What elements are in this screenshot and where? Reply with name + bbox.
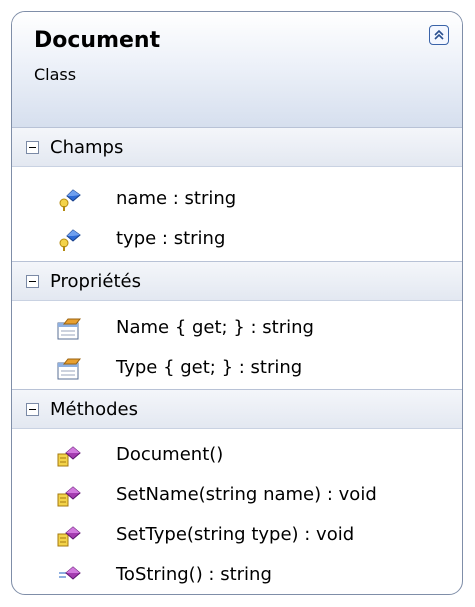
method-item-setname[interactable]: SetName(string name) : void — [12, 476, 462, 516]
method-item-tostring[interactable]: ToString() : string — [12, 556, 462, 594]
public-method-icon — [57, 526, 81, 547]
property-item-name[interactable]: Name { get; } : string — [12, 309, 462, 349]
property-label: Type { get; } : string — [116, 357, 303, 378]
public-method-icon — [57, 486, 81, 507]
class-header: Document Class — [12, 12, 462, 127]
method-item-settype[interactable]: SetType(string type) : void — [12, 516, 462, 556]
field-label: type : string — [116, 228, 226, 249]
override-method-icon — [59, 566, 81, 580]
property-icon — [57, 318, 82, 340]
method-label: Document() — [116, 444, 224, 465]
method-label: SetName(string name) : void — [116, 484, 377, 505]
section-header-fields[interactable]: Champs — [12, 127, 462, 167]
class-shape-document[interactable]: Document Class Champs name : string type… — [11, 11, 463, 595]
section-title-properties: Propriétés — [50, 271, 141, 292]
private-field-icon — [59, 229, 81, 251]
section-title-methods: Méthodes — [50, 399, 138, 420]
method-item-document[interactable]: Document() — [12, 436, 462, 476]
double-chevron-up-icon — [434, 29, 444, 40]
field-label: name : string — [116, 188, 237, 209]
property-item-type[interactable]: Type { get; } : string — [12, 349, 462, 389]
section-header-properties[interactable]: Propriétés — [12, 261, 462, 301]
collapse-toggle-methods-icon[interactable] — [26, 403, 39, 416]
section-header-methods[interactable]: Méthodes — [12, 389, 462, 429]
property-label: Name { get; } : string — [116, 317, 314, 338]
method-label: ToString() : string — [116, 564, 272, 585]
method-label: SetType(string type) : void — [116, 524, 355, 545]
class-name: Document — [34, 28, 161, 53]
public-method-icon — [57, 446, 81, 467]
field-item-type[interactable]: type : string — [12, 220, 462, 260]
collapse-class-button[interactable] — [429, 25, 449, 45]
field-item-name[interactable]: name : string — [12, 180, 462, 220]
collapse-toggle-fields-icon[interactable] — [26, 141, 39, 154]
property-icon — [57, 358, 82, 380]
class-stereotype: Class — [34, 65, 77, 84]
private-field-icon — [59, 189, 81, 211]
section-title-fields: Champs — [50, 137, 124, 158]
collapse-toggle-properties-icon[interactable] — [26, 275, 39, 288]
